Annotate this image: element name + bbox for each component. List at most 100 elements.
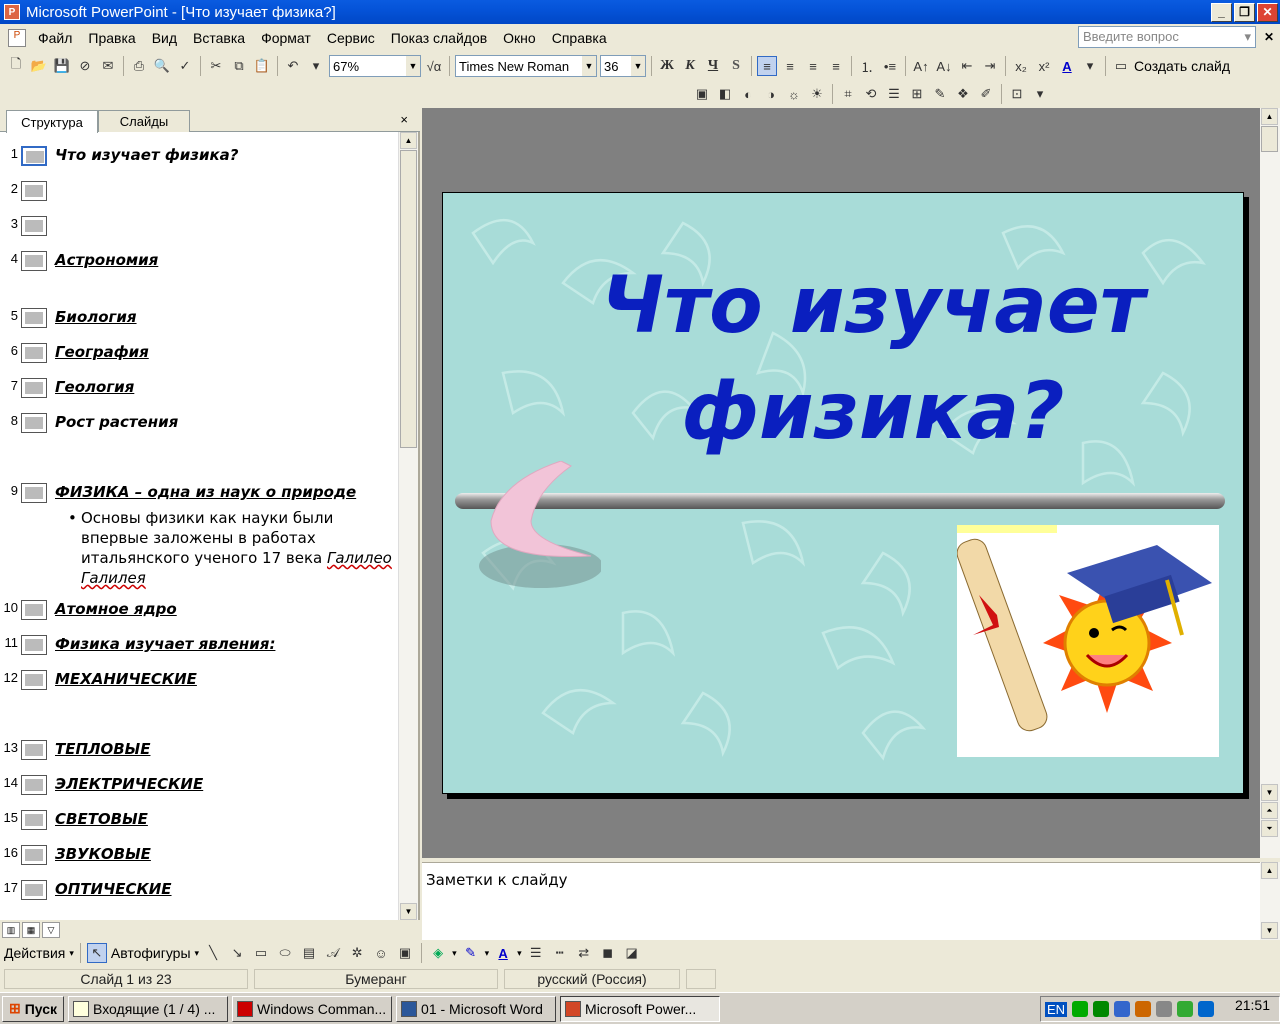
less-brightness-icon[interactable]: ☀ [807, 84, 827, 104]
slide-icon[interactable] [21, 810, 47, 830]
tray-disk-icon[interactable] [1156, 1001, 1173, 1017]
next-slide-icon[interactable]: ⏷ [1261, 820, 1278, 837]
slide-icon[interactable] [21, 670, 47, 690]
menu-file[interactable]: Файл [30, 30, 80, 46]
tab-outline[interactable]: Структура [6, 110, 98, 133]
slide-icon[interactable] [21, 635, 47, 655]
actions-menu[interactable]: Действия [4, 945, 65, 961]
scroll-thumb[interactable] [1261, 126, 1278, 152]
close-icon[interactable]: × [400, 112, 408, 127]
tray-green-icon[interactable] [1072, 1001, 1089, 1017]
chevron-down-icon[interactable]: ▾ [452, 948, 457, 959]
slide-icon[interactable] [21, 216, 47, 236]
shadow-style-icon[interactable]: ◼ [598, 943, 618, 963]
slide-icon[interactable] [21, 343, 47, 363]
new-slide-icon[interactable]: ▭ [1111, 56, 1131, 76]
menu-format[interactable]: Формат [253, 30, 319, 46]
spelling-icon[interactable]: ✓ [175, 56, 195, 76]
document-close-icon[interactable]: ✕ [1264, 30, 1274, 44]
slide-scrollbar[interactable]: ▲ ▼ ⏶ ⏷ [1260, 108, 1280, 858]
line-style-icon[interactable]: ☰ [526, 943, 546, 963]
redo-icon[interactable]: ▾ [306, 56, 326, 76]
scroll-up-icon[interactable]: ▲ [1261, 862, 1278, 879]
more-contrast-icon[interactable]: ◐ [738, 84, 758, 104]
increase-font-icon[interactable]: A↑ [911, 56, 931, 76]
tray-volume-icon[interactable] [1135, 1001, 1152, 1017]
tray-help-icon[interactable] [1198, 1001, 1215, 1017]
rotate-icon[interactable]: ⟲ [861, 84, 881, 104]
paste-icon[interactable]: 📋 [252, 56, 272, 76]
normal-view-icon[interactable]: ▥ [2, 922, 20, 938]
scroll-up-icon[interactable]: ▲ [400, 132, 417, 149]
notes-placeholder[interactable]: Заметки к слайду [426, 871, 568, 889]
restore-button[interactable]: ❐ [1234, 2, 1255, 22]
slide-title[interactable]: ОПТИЧЕСКИЕ [55, 880, 172, 898]
tray-network-icon[interactable] [1114, 1001, 1131, 1017]
slide-icon[interactable] [21, 251, 47, 271]
more-brightness-icon[interactable]: ☼ [784, 84, 804, 104]
color-icon[interactable]: ◧ [715, 84, 735, 104]
close-button[interactable]: ✕ [1257, 2, 1278, 22]
arrow-style-icon[interactable]: ⇄ [574, 943, 594, 963]
email-icon[interactable]: ✉ [98, 56, 118, 76]
less-contrast-icon[interactable]: ◑ [761, 84, 781, 104]
picture-icon[interactable]: ▣ [395, 943, 415, 963]
slide-title[interactable]: СВЕТОВЫЕ [55, 810, 148, 828]
decrease-indent-icon[interactable]: ⇤ [957, 56, 977, 76]
slide-icon[interactable] [21, 413, 47, 433]
slide-icon[interactable] [21, 146, 47, 166]
new-slide-button[interactable]: Создать слайд [1134, 58, 1230, 74]
arrow-icon[interactable]: ↘ [227, 943, 247, 963]
task-powerpoint[interactable]: Microsoft Power... [560, 995, 721, 1022]
scroll-down-icon[interactable]: ▼ [1261, 784, 1278, 801]
menu-view[interactable]: Вид [144, 30, 185, 46]
menu-window[interactable]: Окно [495, 30, 544, 46]
slide-title[interactable]: Рост растения [55, 413, 178, 431]
line-color-icon[interactable]: ✎ [461, 943, 481, 963]
tab-slides[interactable]: Слайды [98, 110, 190, 132]
slide-sorter-icon[interactable]: ▦ [22, 922, 40, 938]
fill-color-icon[interactable]: ◈ [428, 943, 448, 963]
language-indicator[interactable]: EN [1045, 1001, 1068, 1017]
scroll-down-icon[interactable]: ▼ [400, 903, 417, 920]
crop-icon[interactable]: ⌗ [838, 84, 858, 104]
zoom-select[interactable]: 67% ▼ [329, 55, 421, 77]
notes-scrollbar[interactable]: ▲ ▼ [1260, 862, 1280, 940]
menu-slideshow[interactable]: Показ слайдов [383, 30, 495, 46]
slideshow-icon[interactable]: ▽ [42, 922, 60, 938]
align-right-icon[interactable]: ≡ [803, 56, 823, 76]
slide-title[interactable]: География [55, 343, 149, 361]
shadow-button[interactable]: S [726, 56, 746, 76]
compress-icon[interactable]: ⊞ [907, 84, 927, 104]
preview-icon[interactable]: 🔍 [152, 56, 172, 76]
equation-icon[interactable]: √α [424, 56, 444, 76]
autoshapes-menu[interactable]: Автофигуры [111, 945, 191, 961]
align-left-icon[interactable]: ≡ [757, 56, 777, 76]
chevron-down-icon[interactable]: ▼ [582, 56, 596, 76]
slide-icon[interactable] [21, 775, 47, 795]
slide-title[interactable]: ТЕПЛОВЫЕ [55, 740, 150, 758]
line-icon[interactable]: ╲ [203, 943, 223, 963]
recolor-icon[interactable]: ✎ [930, 84, 950, 104]
outline-bullet[interactable]: • Основы физики как науки были впервые з… [68, 508, 398, 588]
font-color-icon[interactable]: A [1057, 56, 1077, 76]
menu-edit[interactable]: Правка [80, 30, 143, 46]
chevron-down-icon[interactable]: ▼ [631, 56, 645, 76]
bullets-icon[interactable]: •≡ [880, 56, 900, 76]
slide-title[interactable]: Атомное ядро [55, 600, 177, 618]
open-icon[interactable]: 📂 [29, 56, 49, 76]
clipart-icon[interactable]: ☺ [371, 943, 391, 963]
slide-title[interactable]: Астрономия [55, 251, 158, 269]
slide-title[interactable]: Что изучает физика? [55, 146, 238, 164]
slide-icon[interactable] [21, 880, 47, 900]
outline-list[interactable]: 1 Что изучает физика? 2 3 4 Астрономия 5… [0, 132, 398, 920]
numbering-icon[interactable]: ⒈ [857, 56, 877, 76]
chevron-down-icon[interactable]: ▾ [485, 948, 490, 959]
save-icon[interactable]: 💾 [52, 56, 72, 76]
tray-update-icon[interactable] [1177, 1001, 1194, 1017]
slide-icon[interactable] [21, 308, 47, 328]
3d-style-icon[interactable]: ◪ [622, 943, 642, 963]
slide-title[interactable]: МЕХАНИЧЕСКИЕ [55, 670, 197, 688]
slide-icon[interactable] [21, 181, 47, 201]
scroll-up-icon[interactable]: ▲ [1261, 108, 1278, 125]
